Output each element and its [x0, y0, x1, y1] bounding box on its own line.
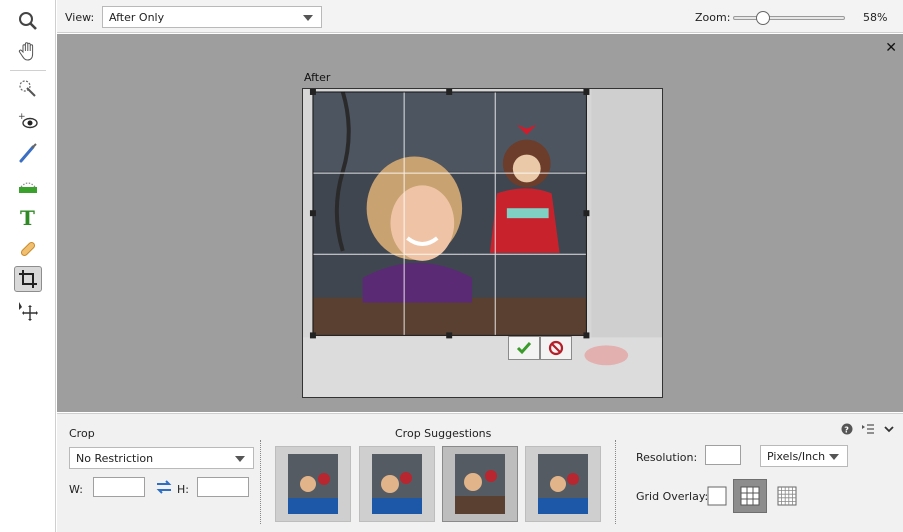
magnifier-icon [19, 12, 37, 30]
brush-icon [19, 143, 37, 163]
image-canvas[interactable]: ✕ After [57, 34, 903, 412]
rule-of-thirds-icon [740, 486, 760, 506]
photo-image [303, 89, 662, 397]
collapse-chevron-icon[interactable] [883, 423, 895, 435]
svg-text:T: T [20, 206, 35, 228]
options-topbar: View: After Only Zoom: 58% [57, 0, 903, 33]
crop-suggestion-thumb[interactable] [359, 446, 435, 522]
hand-tool[interactable] [14, 38, 42, 64]
svg-text:?: ? [844, 425, 849, 434]
whiten-teeth-tool[interactable] [14, 140, 42, 166]
crop-ratio-value: No Restriction [76, 452, 154, 465]
chevron-down-icon [235, 456, 245, 462]
width-field[interactable] [93, 477, 145, 497]
zoom-slider[interactable] [733, 11, 845, 25]
panel-divider [260, 440, 261, 524]
chevron-down-icon [829, 454, 839, 460]
panel-menu-icon[interactable] [861, 423, 875, 435]
suggestion-thumbnail-image [288, 454, 338, 514]
resolution-unit-value: Pixels/Inch [767, 450, 826, 463]
hand-icon [18, 42, 34, 61]
straighten-tool[interactable] [14, 172, 42, 198]
chevron-down-icon [303, 15, 313, 21]
red-eye-tool[interactable]: + [14, 108, 42, 134]
resolution-unit-dropdown[interactable]: Pixels/Inch [760, 445, 848, 467]
view-dropdown-value: After Only [109, 11, 165, 24]
zoom-tool[interactable] [14, 8, 42, 34]
move-tool[interactable] [14, 298, 42, 324]
crop-icon [19, 270, 37, 288]
crop-confirm-controls [508, 336, 572, 360]
type-icon: T [20, 206, 35, 228]
crop-suggestion-thumb-selected[interactable] [442, 446, 518, 522]
zoom-slider-thumb[interactable] [755, 11, 770, 25]
eye-icon: + [18, 112, 38, 129]
zoom-label: Zoom: [695, 11, 731, 24]
zoom-value: 58% [863, 11, 888, 24]
crop-tool[interactable] [14, 266, 42, 292]
grid-overlay-label: Grid Overlay: [636, 490, 709, 503]
grid-icon [777, 486, 797, 506]
cancel-crop-button[interactable] [540, 336, 572, 360]
grid-overlay-none-button[interactable] [705, 484, 729, 508]
crop-suggestion-thumb[interactable] [525, 446, 601, 522]
height-label: H: [177, 483, 189, 496]
toolbar-divider [10, 70, 46, 71]
checkmark-icon [516, 342, 532, 355]
type-tool[interactable]: T [14, 204, 42, 230]
tool-options-panel: Crop No Restriction W: H: Crop Suggestio… [57, 413, 903, 532]
suggestion-thumbnail-image [455, 454, 505, 514]
bandage-icon [20, 241, 36, 257]
crop-ratio-dropdown[interactable]: No Restriction [69, 447, 254, 469]
grid-overlay-thirds-button[interactable] [733, 479, 767, 513]
swap-icon[interactable] [155, 478, 173, 496]
after-label: After [304, 71, 331, 84]
photo-preview[interactable] [302, 88, 663, 398]
resolution-label: Resolution: [636, 451, 698, 464]
crop-suggestion-thumb[interactable] [275, 446, 351, 522]
suggestion-thumbnail-image [538, 454, 588, 514]
spot-healing-tool[interactable] [14, 236, 42, 262]
cancel-icon [548, 340, 564, 356]
panel-divider [615, 440, 616, 524]
move-icon [19, 302, 38, 321]
tool-palette: + T [0, 0, 56, 532]
straighten-icon [19, 182, 37, 193]
quick-selection-icon [19, 80, 36, 97]
suggestion-thumbnail-image [372, 454, 422, 514]
crop-section-title: Crop [69, 427, 95, 440]
height-field[interactable] [197, 477, 249, 497]
width-label: W: [69, 483, 83, 496]
view-dropdown[interactable]: After Only [102, 6, 322, 28]
commit-crop-button[interactable] [508, 336, 540, 360]
no-grid-icon [707, 486, 727, 506]
crop-suggestions-title: Crop Suggestions [395, 427, 492, 440]
quick-selection-tool[interactable] [14, 76, 42, 102]
close-icon[interactable]: ✕ [885, 40, 897, 56]
help-icon[interactable]: ? [841, 423, 853, 435]
panel-header-icons: ? [841, 423, 895, 435]
resolution-field[interactable] [705, 445, 741, 465]
grid-overlay-grid-button[interactable] [775, 484, 799, 508]
view-label: View: [65, 11, 95, 24]
